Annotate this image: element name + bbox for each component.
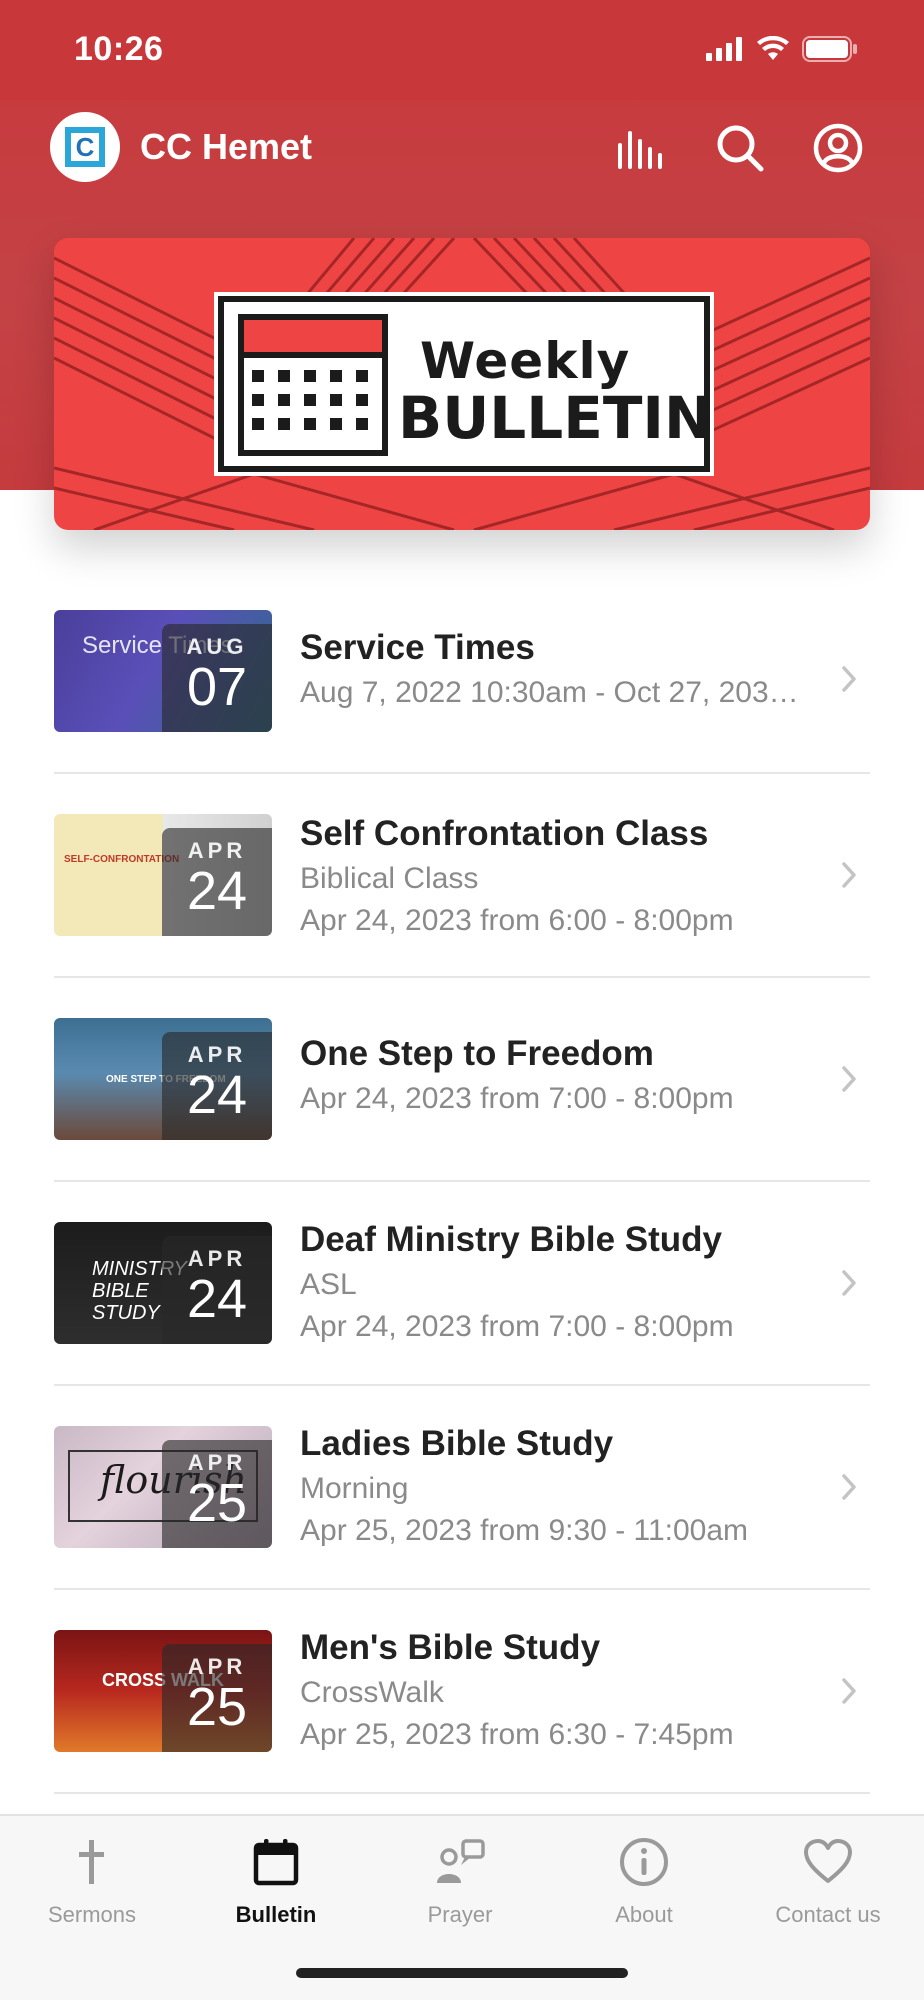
wifi-icon (757, 36, 789, 60)
audio-levels-button[interactable] (612, 118, 672, 178)
chevron-right-icon (842, 1678, 856, 1704)
app-header: C CC Hemet (0, 100, 924, 200)
event-row-ladies-bible-study[interactable]: flourish APR 25 Ladies Bible Study Morni… (54, 1386, 870, 1590)
event-date: Apr 24, 2023 from 6:00 - 8:00pm (300, 904, 734, 937)
app-title: CC Hemet (140, 126, 313, 167)
logo-letter: C (75, 131, 95, 162)
event-thumbnail: flourish APR 25 (54, 1426, 272, 1548)
badge-month: APR (187, 1654, 247, 1679)
event-subtitle: ASL (300, 1268, 357, 1301)
profile-button[interactable] (808, 118, 868, 178)
event-date-badge: APR 24 (162, 828, 272, 936)
chevron-right-icon (842, 1270, 856, 1296)
event-title: Self Confrontation Class (300, 814, 709, 853)
badge-day: 24 (186, 1269, 248, 1329)
tab-about[interactable]: About (552, 1832, 736, 1928)
calendar-icon (253, 1839, 299, 1886)
event-date-badge: AUG 07 (162, 624, 272, 732)
event-date: Apr 24, 2023 from 7:00 - 8:00pm (300, 1082, 734, 1115)
cross-icon (79, 1840, 104, 1884)
event-date-badge: APR 25 (162, 1644, 272, 1752)
tab-label: Sermons (47, 1902, 137, 1927)
status-icons (706, 36, 858, 62)
event-thumbnail: ONE STEP TO FREEDOM APR 24 (54, 1018, 272, 1140)
chevron-right-icon (842, 1474, 856, 1500)
heart-icon (804, 1839, 852, 1883)
event-subtitle: Biblical Class (300, 862, 479, 895)
event-thumbnail: CROSS WALK APR 25 (54, 1630, 272, 1752)
event-date: Apr 25, 2023 from 6:30 - 7:45pm (300, 1718, 734, 1751)
event-row-service-times[interactable]: Service Times AUG 07 Service Times Aug 7… (54, 600, 870, 774)
tab-label: Contact us (775, 1902, 881, 1927)
badge-day: 24 (186, 1065, 248, 1125)
chevron-right-icon (842, 1066, 856, 1092)
event-title: Ladies Bible Study (300, 1424, 614, 1463)
event-thumbnail: SELF-CONFRONTATION APR 24 (54, 814, 272, 936)
event-date-badge: APR 24 (162, 1032, 272, 1140)
church-logo[interactable]: C (50, 112, 120, 182)
event-title: Service Times (300, 628, 535, 667)
event-date-badge: APR 25 (162, 1440, 272, 1548)
user-icon (813, 123, 863, 173)
banner-word-weekly: Weekly (420, 332, 631, 390)
badge-day: 25 (186, 1677, 248, 1737)
tab-prayer[interactable]: Prayer (368, 1832, 552, 1928)
badge-month: APR (187, 1246, 247, 1271)
event-date-badge: APR 24 (162, 1236, 272, 1344)
search-icon (717, 125, 764, 172)
badge-month: APR (187, 1042, 247, 1067)
event-row-one-step-to-freedom[interactable]: ONE STEP TO FREEDOM APR 24 One Step to F… (54, 978, 870, 1182)
event-subtitle: CrossWalk (300, 1676, 444, 1709)
event-thumbnail: MINISTRY BIBLE STUDY APR 24 (54, 1222, 272, 1344)
event-date: Apr 25, 2023 from 9:30 - 11:00am (300, 1514, 749, 1547)
event-row-mens-bible-study[interactable]: CROSS WALK APR 25 Men's Bible Study Cros… (54, 1590, 870, 1794)
badge-month: APR (187, 838, 247, 863)
badge-day: 24 (186, 861, 248, 921)
audio-levels-icon (618, 131, 662, 169)
tab-contact-us[interactable]: Contact us (736, 1832, 920, 1928)
tab-label: About (615, 1902, 673, 1927)
calendar-graphic-icon (238, 314, 388, 456)
event-row-self-confrontation[interactable]: SELF-CONFRONTATION APR 24 Self Confronta… (54, 774, 870, 978)
status-bar: 10:26 (0, 0, 924, 100)
event-subtitle: Morning (300, 1472, 409, 1505)
event-title: One Step to Freedom (300, 1034, 654, 1073)
badge-day: 25 (186, 1473, 248, 1533)
tab-label: Bulletin (235, 1902, 317, 1927)
bulletin-logo-card: Weekly BULLETIN (218, 296, 713, 472)
tab-bulletin[interactable]: Bulletin (184, 1832, 368, 1928)
info-icon (620, 1838, 668, 1886)
tab-label: Prayer (427, 1902, 493, 1927)
status-time: 10:26 (74, 30, 164, 68)
tab-sermons[interactable]: Sermons (0, 1832, 184, 1928)
weekly-bulletin-banner[interactable]: Weekly BULLETIN (54, 238, 870, 530)
prayer-icon (437, 1839, 485, 1883)
badge-day: 07 (186, 657, 248, 717)
battery-icon (802, 36, 857, 62)
event-title: Men's Bible Study (300, 1628, 601, 1667)
event-title: Deaf Ministry Bible Study (300, 1220, 723, 1259)
chevron-right-icon (842, 862, 856, 888)
event-list: Service Times AUG 07 Service Times Aug 7… (54, 600, 870, 1794)
badge-month: APR (187, 1450, 247, 1475)
signal-icon (706, 37, 742, 61)
badge-month: AUG (186, 634, 248, 659)
event-date: Aug 7, 2022 10:30am - Oct 27, 203… (300, 676, 799, 709)
banner-word-bulletin: BULLETIN (398, 384, 713, 452)
search-button[interactable] (710, 118, 770, 178)
chevron-right-icon (842, 666, 856, 692)
event-thumbnail: Service Times AUG 07 (54, 610, 272, 732)
event-date: Apr 24, 2023 from 7:00 - 8:00pm (300, 1310, 734, 1343)
event-row-deaf-ministry[interactable]: MINISTRY BIBLE STUDY APR 24 Deaf Ministr… (54, 1182, 870, 1386)
home-indicator (296, 1968, 628, 1978)
